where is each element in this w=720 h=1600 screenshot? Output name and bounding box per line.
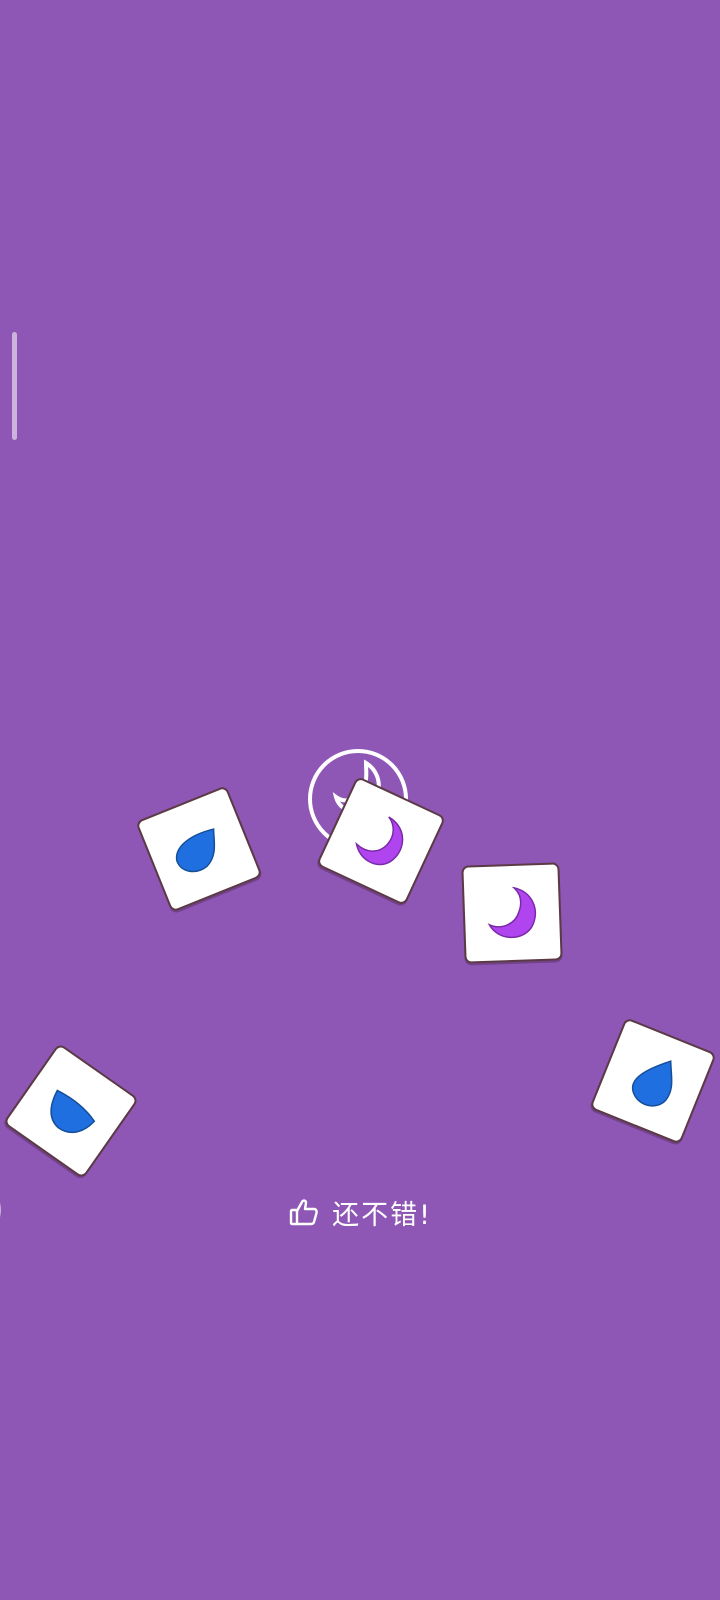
thumbs-up-icon (289, 1199, 318, 1226)
drop-icon (631, 1060, 673, 1107)
tile-drop-2[interactable] (589, 1017, 717, 1145)
moon-icon (487, 886, 537, 939)
game-board: 还不错! (0, 0, 720, 1600)
tile-moon-2[interactable] (461, 862, 563, 964)
drop-icon (50, 1089, 96, 1134)
praise-text: 还不错! (332, 1199, 432, 1231)
tile-drop-1[interactable] (135, 785, 263, 913)
moon-icon (355, 816, 404, 866)
side-drawer-handle[interactable] (12, 332, 17, 440)
praise-message: 还不错! (0, 1192, 720, 1232)
drop-icon (175, 828, 216, 873)
tile-drop-3[interactable] (2, 1042, 140, 1180)
